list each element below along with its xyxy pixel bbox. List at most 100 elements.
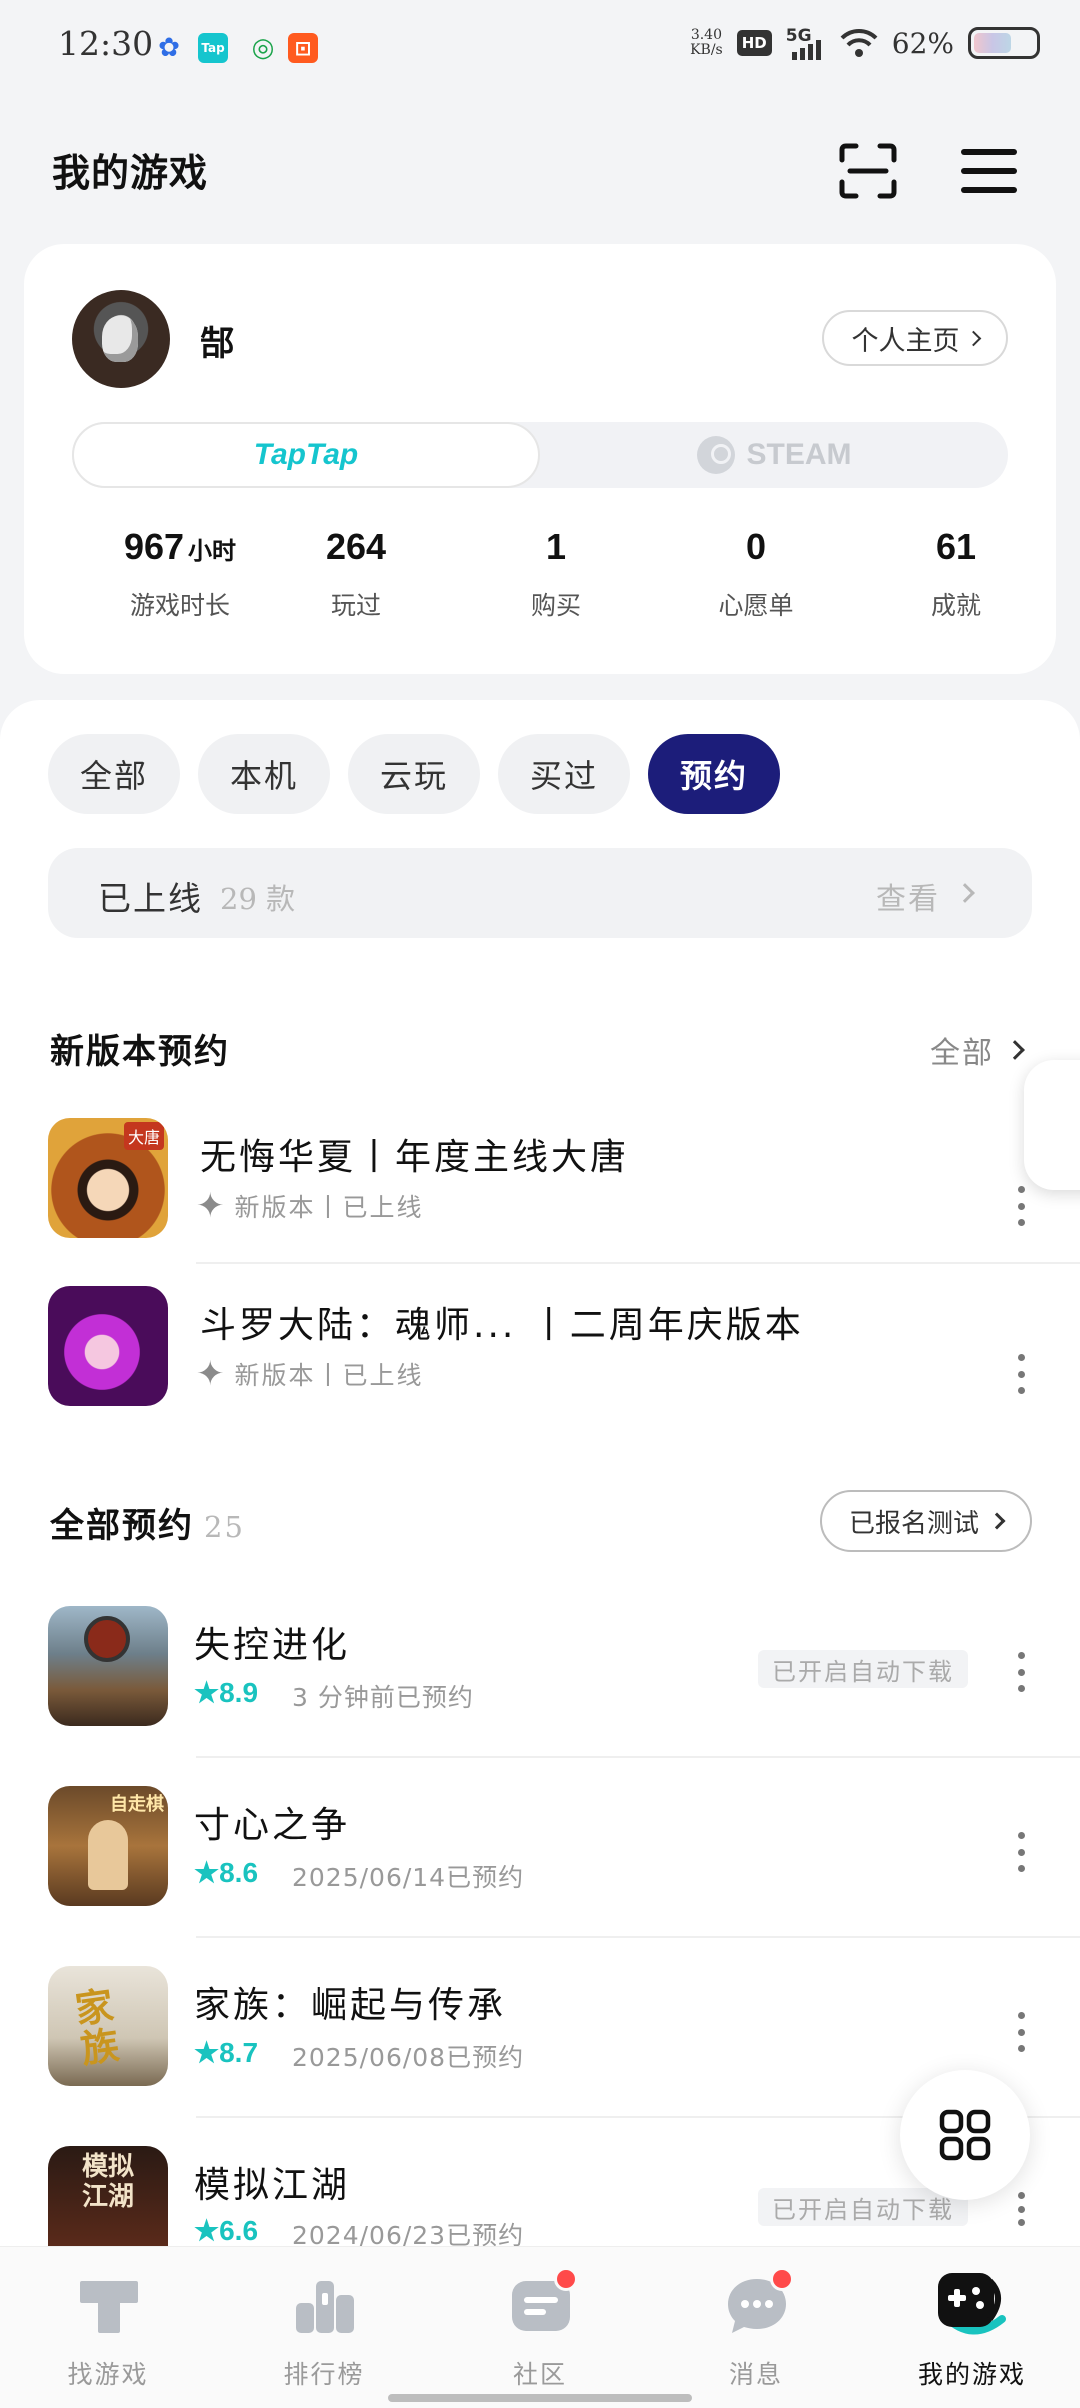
reserve-time: 2025/06/08已预约: [292, 2043, 525, 2072]
stat-value: 264: [325, 526, 387, 567]
stats: 967 小时 游戏时长 264 玩过 1 购买 0 心愿单 61 成就: [24, 526, 1056, 646]
divider: [196, 1936, 1080, 1938]
battery-icon: [968, 27, 1040, 59]
online-count: 29 款: [220, 882, 296, 916]
platform-switch: TapTap STEAM: [72, 422, 1008, 488]
game-sub-text: 新版本丨已上线: [234, 1361, 424, 1390]
rating: ★6.6: [194, 2215, 259, 2246]
chevron-right-icon: [965, 330, 981, 346]
chevron-right-icon: [955, 883, 975, 903]
filter-purchased[interactable]: 买过: [498, 734, 630, 814]
online-view: 查看: [876, 882, 940, 917]
signup-button-label: 已报名测试: [848, 1508, 979, 1539]
rating: ★8.7: [194, 2037, 259, 2068]
more-icon[interactable]: [1018, 1832, 1026, 1872]
stat-label: 玩过: [330, 591, 381, 620]
nav-label: 找游戏: [67, 2360, 149, 2389]
profile-card: 郜 个人主页 TapTap STEAM 967 小时 游戏时长 264 玩过 1 …: [24, 244, 1056, 674]
stat-label: 购买: [530, 591, 581, 620]
nav-messages[interactable]: 消息: [648, 2247, 864, 2408]
filter-all[interactable]: 全部: [48, 734, 180, 814]
online-bar[interactable]: 已上线 29 款 查看: [48, 848, 1032, 938]
auto-download-badge: 已开启自动下载: [758, 1650, 968, 1688]
game-sub-text: 新版本丨已上线: [234, 1193, 424, 1222]
game-name: 失控进化: [194, 1625, 351, 1666]
ranking-icon: [296, 2281, 354, 2333]
stat-purchased[interactable]: 1 购买: [456, 526, 656, 622]
see-all-button[interactable]: 全部: [930, 1028, 1025, 1072]
nav-label: 我的游戏: [917, 2360, 1026, 2389]
gamepad-icon: [938, 2273, 1006, 2335]
nav-find-games[interactable]: 找游戏: [0, 2247, 216, 2408]
home-indicator[interactable]: [388, 2394, 692, 2402]
stat-achievements[interactable]: 61 成就: [856, 526, 1056, 622]
stat-label: 心愿单: [718, 591, 794, 620]
speed-value: 3.40: [690, 27, 722, 43]
battery-percent: 62%: [891, 26, 954, 60]
reserve-time: 2025/06/14已预约: [292, 1863, 525, 1892]
more-icon[interactable]: [1018, 1652, 1026, 1692]
rating: ★8.6: [194, 1857, 259, 1888]
stat-value: 0: [745, 526, 767, 567]
icon-text: 家族: [72, 1983, 122, 2072]
speed-unit: KB/s: [690, 42, 723, 58]
wifi-icon: [840, 28, 878, 57]
game-sub: ✦ 新版本丨已上线: [196, 1188, 424, 1224]
nav-label: 消息: [728, 2360, 783, 2389]
stat-label: 成就: [930, 591, 981, 620]
page-title: 我的游戏: [52, 151, 209, 195]
status-bar: 12:30 ✿ Tap ◎ ⊡ 3.40 KB/s HD 5G 62%: [0, 0, 1080, 96]
tab-taptap[interactable]: TapTap: [72, 422, 540, 488]
nav-my-games[interactable]: 我的游戏: [864, 2247, 1080, 2408]
notification-badge: [554, 2267, 578, 2291]
nav-community[interactable]: 社区: [432, 2247, 648, 2408]
avatar[interactable]: [72, 290, 170, 388]
menu-icon[interactable]: [960, 148, 1018, 194]
game-icon-jiazu: 家族: [48, 1966, 168, 2086]
nav-ranking[interactable]: 排行榜: [216, 2247, 432, 2408]
game-name: 斗罗大陆：魂师... 丨二周年庆版本: [200, 1305, 804, 1346]
username: 郜: [200, 324, 234, 364]
stat-played[interactable]: 264 玩过: [256, 526, 456, 622]
nav-label: 社区: [512, 2360, 567, 2389]
grid-icon: [939, 2109, 991, 2161]
scan-icon[interactable]: [838, 142, 898, 200]
signed-up-tests-button[interactable]: 已报名测试: [820, 1490, 1032, 1552]
stat-wishlist[interactable]: 0 心愿单: [656, 526, 856, 622]
icon-text: 自走棋: [110, 1794, 164, 1815]
game-icon-shikong: [48, 1606, 168, 1726]
section-title-reservations: 全部预约 25: [50, 1498, 245, 1547]
filter-cloud[interactable]: 云玩: [348, 734, 480, 814]
nav-label: 排行榜: [283, 2360, 365, 2389]
section-title-new-version: 新版本预约: [50, 1032, 230, 1072]
floating-assistant[interactable]: [1024, 1060, 1080, 1190]
online-label: 已上线: [98, 879, 203, 918]
bottom-nav: 找游戏 排行榜 社区 消息 我的游戏: [0, 2246, 1080, 2408]
section-count: 25: [204, 1510, 245, 1544]
icon-text: 大唐: [123, 1122, 164, 1150]
stat-playtime[interactable]: 967 小时 游戏时长: [80, 526, 280, 622]
homepage-button-label: 个人主页: [851, 325, 960, 357]
sparkle-icon: ✦: [196, 1186, 227, 1226]
divider: [196, 1262, 1080, 1264]
rating: ★8.9: [194, 1677, 259, 1708]
more-icon[interactable]: [1018, 1354, 1026, 1394]
filter-local[interactable]: 本机: [198, 734, 330, 814]
more-icon[interactable]: [1018, 2192, 1026, 2226]
taobao-icon: ⊡: [288, 33, 318, 63]
game-icon-wuhui: 大唐: [48, 1118, 168, 1238]
more-icon[interactable]: [1018, 2012, 1026, 2052]
steam-label: STEAM: [746, 438, 852, 471]
grid-button[interactable]: [900, 2070, 1030, 2200]
game-name: 寸心之争: [194, 1805, 351, 1846]
game-icon-douluo: [48, 1286, 168, 1406]
paw-icon: ✿: [158, 33, 180, 63]
filter-reserved[interactable]: 预约: [648, 734, 780, 814]
more-icon[interactable]: [1018, 1186, 1026, 1226]
game-name: 模拟江湖: [194, 2165, 351, 2206]
game-icon-jianghu: 模拟江湖: [48, 2146, 168, 2246]
homepage-button[interactable]: 个人主页: [822, 310, 1008, 366]
divider: [196, 1756, 1080, 1758]
signal-icon: 5G: [786, 26, 826, 60]
tab-steam[interactable]: STEAM: [540, 422, 1008, 488]
